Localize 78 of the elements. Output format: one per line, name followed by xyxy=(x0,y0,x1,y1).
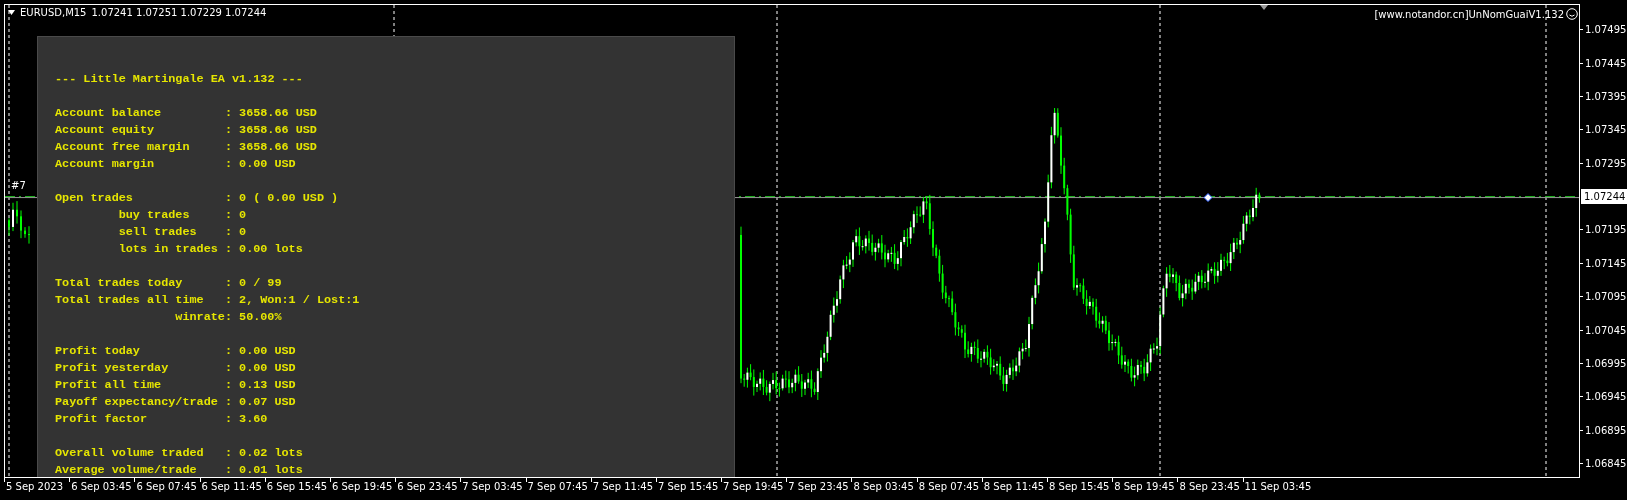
price-label: 1.06895 xyxy=(1585,424,1627,436)
stat-label: buy trades xyxy=(118,207,191,224)
stat-label: Overall volume traded xyxy=(55,445,205,462)
price-label: 1.07095 xyxy=(1585,291,1627,303)
stat-label: Total trades today xyxy=(55,275,184,292)
time-label: 7 Sep 07:45 xyxy=(527,481,588,492)
stat-value: : 0 xyxy=(224,224,247,241)
time-label: 6 Sep 19:45 xyxy=(331,481,393,492)
stat-label: Profit today xyxy=(55,343,141,360)
stat-value: : 50.00% xyxy=(224,309,282,326)
stat-value: : 0 ( 0.00 USD ) xyxy=(224,190,339,207)
stat-value: : 0.00 lots xyxy=(224,241,303,258)
price-label: 1.07045 xyxy=(1585,324,1627,336)
stat-label: Total trades all time xyxy=(55,292,205,309)
time-label: 7 Sep 03:45 xyxy=(462,481,523,492)
time-label: 8 Sep 07:45 xyxy=(918,481,979,492)
stat-value: : 0 xyxy=(224,207,247,224)
time-label: 8 Sep 15:45 xyxy=(1049,481,1110,492)
time-label: 8 Sep 11:45 xyxy=(983,481,1045,492)
price-label: 1.07395 xyxy=(1585,90,1627,102)
stat-value: : 0 / 99 xyxy=(224,275,282,292)
stat-value: : 0.01 lots xyxy=(224,462,303,477)
stat-label: Account free margin xyxy=(55,139,191,156)
stat-label: lots in trades xyxy=(118,241,219,258)
stat-label: Account equity xyxy=(55,122,156,139)
time-label: 7 Sep 19:45 xyxy=(723,481,784,492)
time-label: 7 Sep 23:45 xyxy=(788,481,849,492)
indicator-label: [www.notandor.cn]UnNomGuaiV1.132 xyxy=(1374,8,1564,20)
stat-value: : 3658.66 USD xyxy=(224,105,317,122)
price-label: 1.07445 xyxy=(1585,57,1627,69)
quote-values: 1.07241 1.07251 1.07229 1.07244 xyxy=(91,7,267,18)
price-label: 1.07495 xyxy=(1585,24,1627,36)
time-label: 8 Sep 19:45 xyxy=(1114,481,1175,492)
stat-label: Profit factor xyxy=(55,411,149,428)
price-label: 1.06995 xyxy=(1585,357,1627,369)
time-label: 5 Sep 2023 xyxy=(6,481,64,492)
stat-value: : 3.60 xyxy=(224,411,268,428)
time-label: 6 Sep 03:45 xyxy=(71,481,132,492)
time-label: 6 Sep 15:45 xyxy=(266,481,328,492)
time-label: 6 Sep 11:45 xyxy=(201,481,262,492)
current-price-tag: 1.07244 xyxy=(1581,189,1627,205)
stat-label: sell trades xyxy=(118,224,198,241)
stat-value: : 0.00 USD xyxy=(224,360,296,377)
order-label: #7 xyxy=(11,180,26,191)
price-label: 1.06945 xyxy=(1585,391,1627,403)
time-label: 6 Sep 07:45 xyxy=(136,481,197,492)
time-label: 11 Sep 03:45 xyxy=(1244,481,1312,492)
time-label: 8 Sep 23:45 xyxy=(1179,481,1240,492)
stat-label: Account margin xyxy=(55,156,156,173)
panel-title: --- Little Martingale EA v1.132 --- xyxy=(55,71,303,88)
price-label: 1.07145 xyxy=(1585,257,1627,269)
stat-value: : 0.13 USD xyxy=(224,377,296,394)
order-marker-icon xyxy=(1203,193,1213,203)
time-label: 6 Sep 23:45 xyxy=(397,481,458,492)
stat-value: : 2, Won:1 / Lost:1 xyxy=(224,292,360,309)
time-label: 7 Sep 15:45 xyxy=(657,481,719,492)
price-label: 1.07295 xyxy=(1585,157,1627,169)
symbol-label: EURUSD,M15 xyxy=(20,7,87,18)
stat-label: winrate xyxy=(174,309,225,326)
stat-label: Open trades xyxy=(55,190,134,207)
stat-value: : 3658.66 USD xyxy=(224,122,317,139)
price-label: 1.07345 xyxy=(1585,124,1627,136)
time-label: 8 Sep 03:45 xyxy=(853,481,914,492)
stat-label: Profit yesterday xyxy=(55,360,170,377)
stat-value: : 3658.66 USD xyxy=(224,139,317,156)
stat-value: : 0.07 USD xyxy=(224,394,296,411)
stat-label: Profit all time xyxy=(55,377,163,394)
shift-marker-icon xyxy=(1260,5,1268,10)
time-label: 7 Sep 11:45 xyxy=(592,481,654,492)
price-label: 1.07195 xyxy=(1585,224,1627,236)
stat-value: : 0.00 USD xyxy=(224,343,296,360)
caret-icon[interactable] xyxy=(8,10,15,15)
price-label: 1.06845 xyxy=(1585,458,1627,470)
stat-label: Payoff expectancy/trade xyxy=(55,394,219,411)
stat-label: Average volume/trade xyxy=(55,462,198,477)
stat-value: : 0.00 USD xyxy=(224,156,296,173)
stat-label: Account balance xyxy=(55,105,163,122)
stat-value: : 0.02 lots xyxy=(224,445,303,462)
